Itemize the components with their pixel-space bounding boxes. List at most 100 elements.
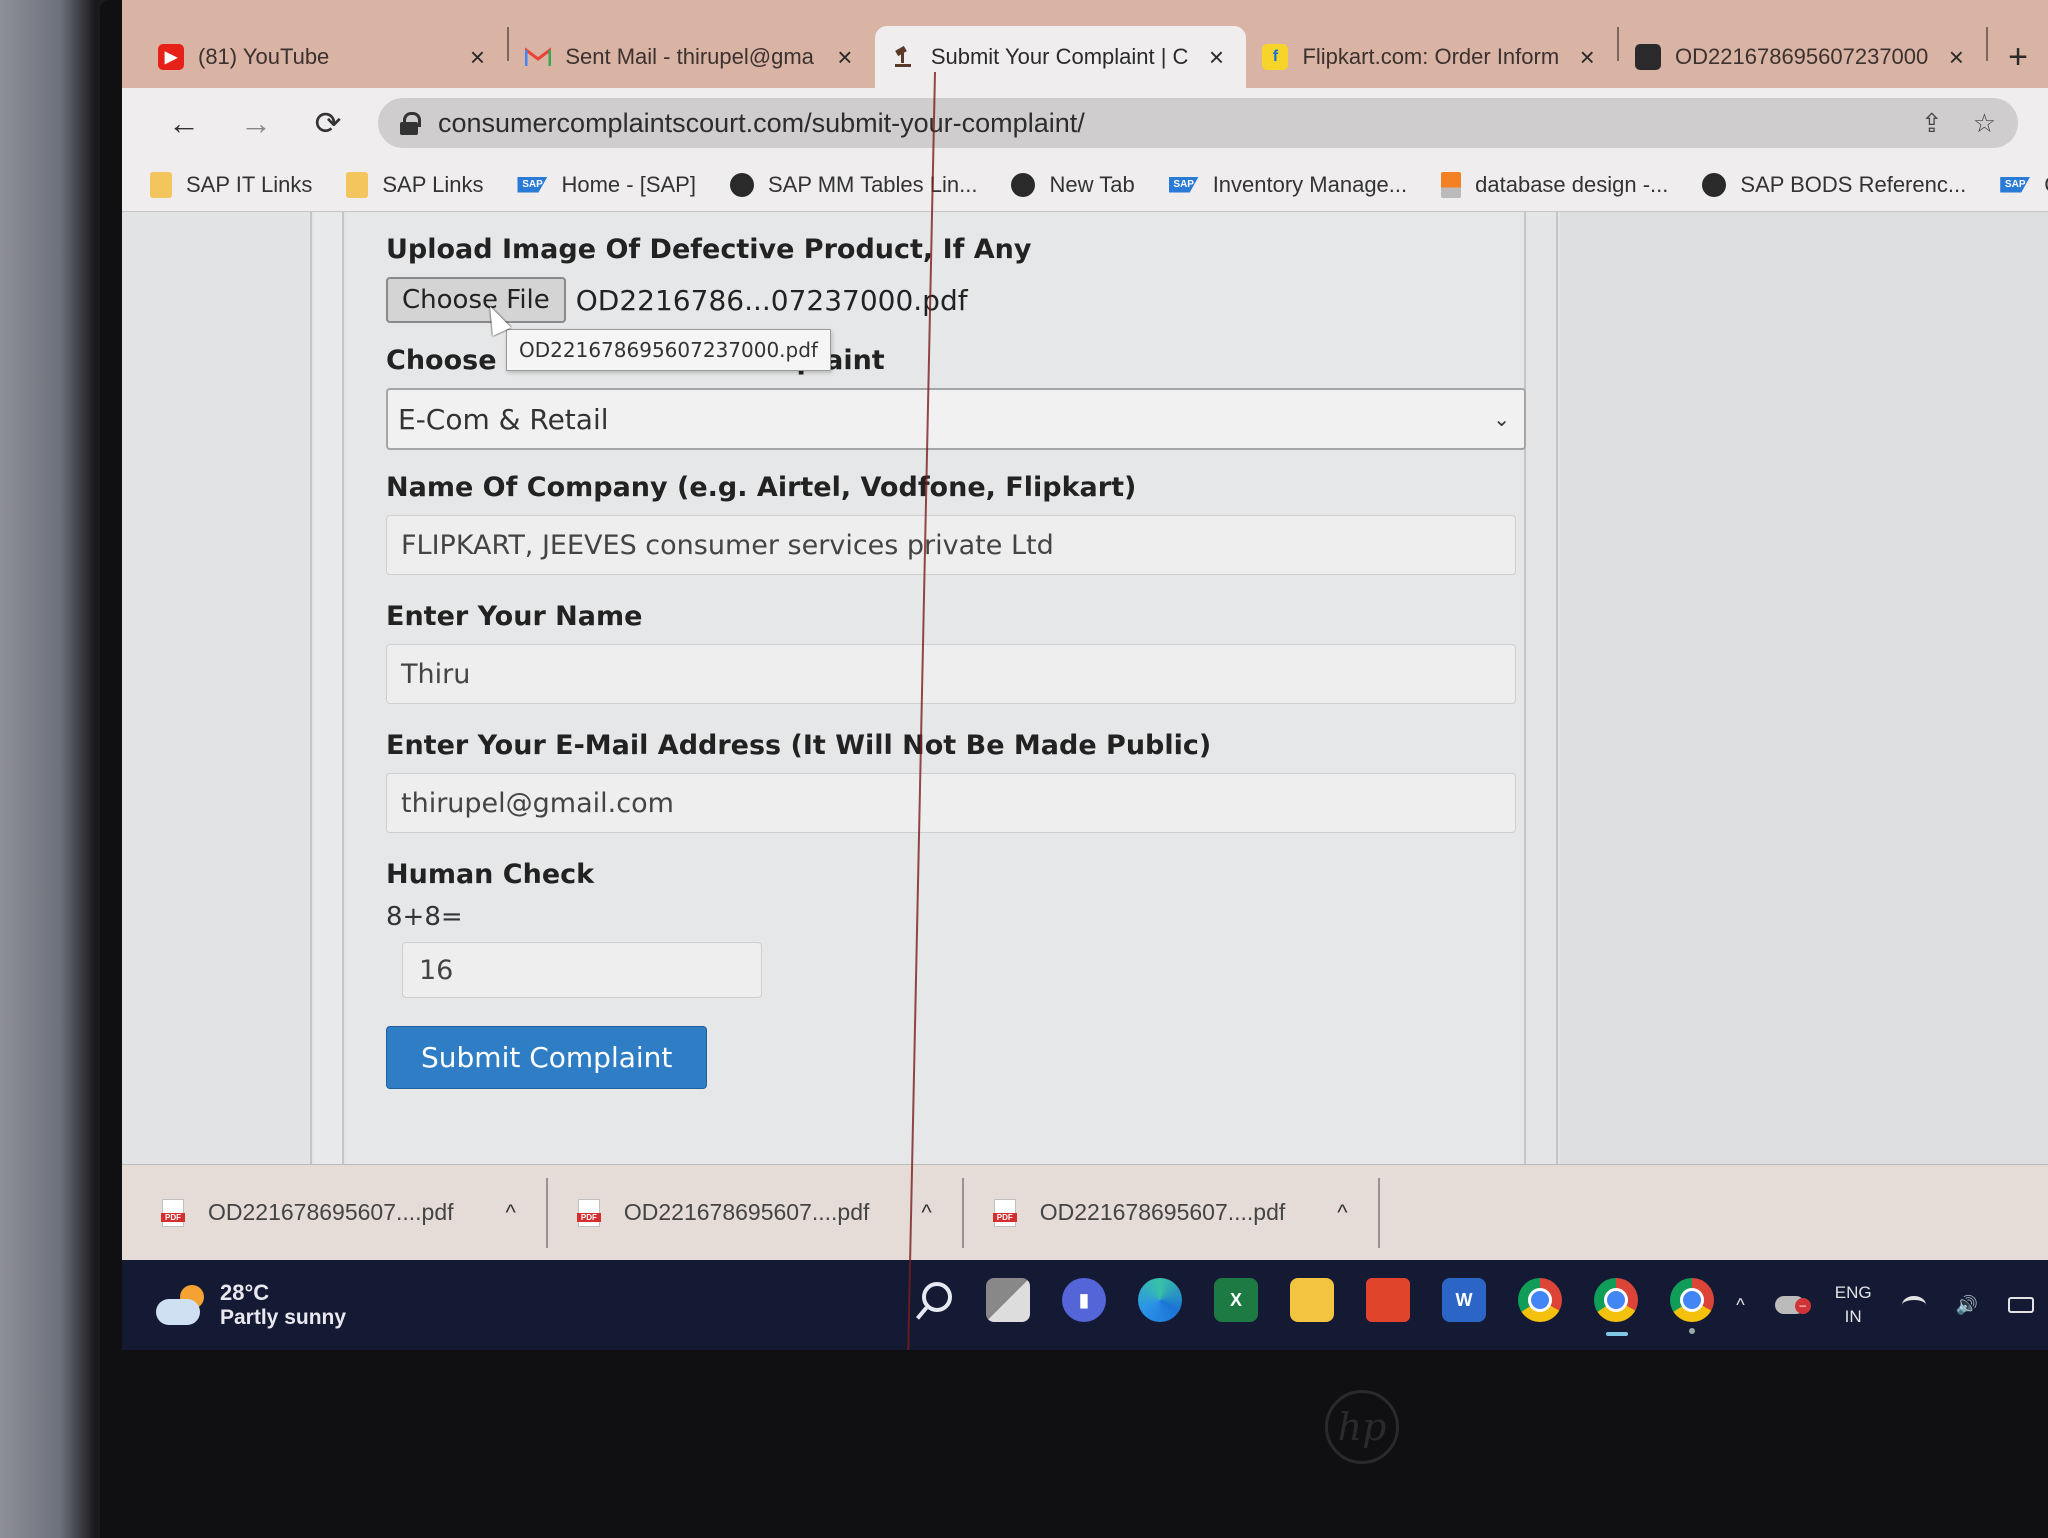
omnibox-actions: ⇪ ☆ [1921,108,1996,139]
search-icon[interactable] [910,1278,954,1322]
name-label: Enter Your Name [386,601,643,632]
submit-complaint-button[interactable]: Submit Complaint [386,1026,708,1089]
lock-icon[interactable] [400,112,421,135]
choose-file-button[interactable]: Choose File [386,277,566,323]
download-item[interactable]: OD221678695607....pdf ^ [992,1177,1380,1248]
bookmark-label: SAP MM Tables Lin... [767,171,978,197]
url-text[interactable]: consumercomplaintscourt.com/submit-your-… [438,108,1085,139]
chrome-profile-2-icon[interactable] [1670,1278,1714,1334]
language-code: ENG [1834,1283,1872,1302]
bookmark-label: Home - [SAP] [561,171,696,197]
edge-icon[interactable] [1138,1278,1182,1322]
word-icon[interactable]: W [1442,1278,1486,1322]
tab-flipkart[interactable]: f Flipkart.com: Order Inform × [1246,26,1617,88]
region-code: IN [1844,1307,1862,1326]
pdf-icon [576,1198,601,1227]
office-icon[interactable] [1366,1278,1410,1322]
download-filename: OD221678695607....pdf [623,1199,870,1225]
teams-chat-icon[interactable]: ▮ [1062,1278,1106,1322]
bookmark-database-design[interactable]: database design -... [1441,171,1668,198]
category-select[interactable]: E-Com & Retail ⌄ [386,388,1526,450]
bookmark-sap-bods[interactable]: SAP BODS Referenc... [1702,172,1966,198]
file-upload-field: Choose File OD2216786...07237000.pdf OD2… [386,277,1502,371]
close-icon[interactable]: × [463,42,491,73]
tab-youtube[interactable]: ▶ (81) YouTube × [142,26,507,88]
battery-icon[interactable] [2008,1297,2034,1313]
back-button[interactable]: ← [162,105,206,142]
download-filename: OD221678695607....pdf [208,1199,454,1225]
globe-icon [1011,172,1036,197]
screen: ▶ (81) YouTube × Sent Mail - thirupel@gm… [122,0,2048,1350]
pdf-icon [161,1198,185,1227]
left-gutter [314,212,344,1164]
tab-submit-complaint[interactable]: Submit Your Complaint | C × [874,26,1247,88]
share-icon[interactable]: ⇪ [1921,108,1943,139]
globe-icon [729,172,754,197]
bookmark-label: Convertion funct [2044,172,2048,198]
partly-sunny-icon [156,1285,206,1325]
forward-button[interactable]: → [234,105,278,142]
captcha-answer-input[interactable]: 16 [402,942,762,998]
tray-overflow-icon[interactable]: ^ [1736,1295,1744,1316]
close-icon[interactable]: × [1202,42,1230,73]
tab-gmail[interactable]: Sent Mail - thirupel@gma × [509,26,874,88]
bookmark-sap-mm-tables[interactable]: SAP MM Tables Lin... [729,171,978,198]
left-sidebar [122,212,312,1164]
close-icon[interactable]: × [831,42,859,73]
category-label-start: Choose [386,345,497,376]
download-item[interactable]: OD221678695607....pdf ^ [161,1177,548,1248]
close-icon[interactable]: × [1942,42,1970,73]
star-icon[interactable]: ☆ [1973,108,1996,139]
chevron-up-icon[interactable]: ^ [921,1200,931,1226]
chevron-up-icon[interactable]: ^ [506,1200,516,1226]
bookmark-convertion[interactable]: SAP Convertion funct [2000,172,2048,198]
language-indicator[interactable]: ENG IN [1835,1281,1872,1329]
bookmark-sap-links[interactable]: SAP Links [346,171,483,198]
tab-order-pdf[interactable]: OD221678695607237000 × [1619,26,1986,88]
excel-icon[interactable]: X [1214,1278,1258,1322]
hp-logo: hp [1325,1390,1399,1464]
youtube-icon: ▶ [158,44,184,70]
tab-title: Flipkart.com: Order Inform [1302,44,1560,69]
globe-icon [1635,44,1662,70]
folder-icon [346,171,369,198]
gmail-icon [525,44,552,70]
bookmark-home-sap[interactable]: SAP Home - [SAP] [517,171,696,198]
new-tab-button[interactable]: + [1988,26,2048,88]
reload-button[interactable]: ⟳ [306,104,350,142]
taskbar-apps: ▮ X W [834,1278,1714,1336]
task-view-icon[interactable] [986,1278,1030,1322]
volume-icon[interactable]: 🔊 [1956,1295,1978,1316]
chrome-icon[interactable] [1518,1278,1562,1322]
onedrive-icon[interactable] [1774,1296,1811,1314]
flipkart-icon: f [1262,44,1289,70]
wifi-icon[interactable] [1901,1296,1926,1314]
chrome-profile-icon[interactable] [1594,1278,1638,1336]
company-label: Name Of Company (e.g. Airtel, Vodfone, F… [386,472,1137,503]
download-item[interactable]: OD221678695607....pdf ^ [576,1177,964,1248]
email-input[interactable]: thirupel@gmail.com [386,773,1516,833]
right-sidebar [1560,212,2048,1164]
close-icon[interactable]: × [1573,42,1601,73]
company-input[interactable]: FLIPKART, JEEVES consumer services priva… [386,515,1516,575]
globe-icon [1702,172,1727,197]
bookmark-new-tab[interactable]: New Tab [1011,172,1135,198]
download-filename: OD221678695607....pdf [1039,1199,1286,1225]
stackoverflow-icon [1441,171,1462,198]
chevron-up-icon[interactable]: ^ [1337,1200,1347,1226]
sap-icon: SAP [1168,176,1199,193]
weather-temperature: 28°C [220,1280,270,1305]
file-explorer-icon[interactable] [1290,1278,1334,1322]
address-bar[interactable]: consumercomplaintscourt.com/submit-your-… [378,98,2018,148]
bookmark-label: Inventory Manage... [1212,171,1408,197]
captcha-question: 8+8= [386,902,463,932]
upload-label: Upload Image Of Defective Product, If An… [386,234,1032,265]
bookmark-sap-it-links[interactable]: SAP IT Links [150,171,312,198]
name-input[interactable]: Thiru [386,644,1516,704]
chevron-down-icon[interactable]: ⌄ [1493,407,1510,431]
category-selected-value: E-Com & Retail [398,402,609,436]
web-page: Upload Image Of Defective Product, If An… [122,212,2048,1164]
bookmark-inventory[interactable]: SAP Inventory Manage... [1168,171,1408,198]
windows-start-icon[interactable] [834,1278,878,1322]
weather-widget[interactable]: 28°C Partly sunny [122,1280,346,1330]
